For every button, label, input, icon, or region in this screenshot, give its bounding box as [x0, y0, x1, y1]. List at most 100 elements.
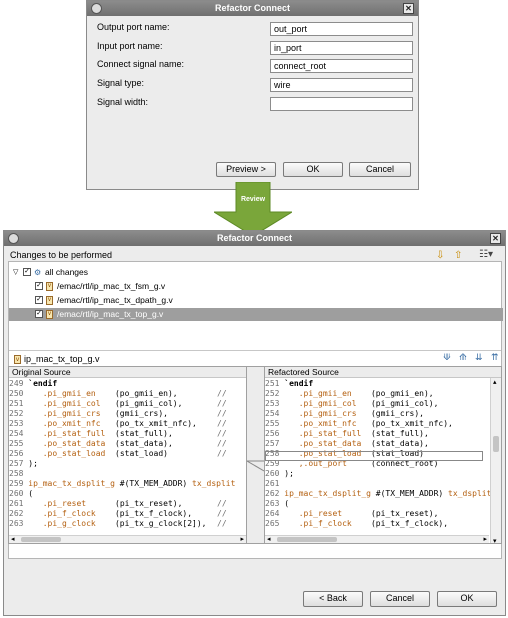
- code-line: 261 .pi_reset (pi_tx_reset), //: [9, 499, 227, 509]
- code-line: 252 .pi_gmii_en (po_gmii_en),: [265, 389, 434, 399]
- line-number: 257: [9, 459, 24, 468]
- filter-menu-icon[interactable]: ☷▾: [479, 249, 493, 260]
- item-checkbox[interactable]: ✓: [35, 296, 43, 304]
- refactored-source-pane[interactable]: Refactored Source 251 `endif 252 .pi_gmii…: [264, 366, 502, 544]
- line-comment: //: [217, 399, 227, 408]
- tree-item-selected[interactable]: ✓ v /emac/rtl/ip_mac_tx_top_g.v: [9, 308, 503, 321]
- tree-root-label: all changes: [45, 267, 89, 277]
- line-number: 251: [265, 379, 280, 388]
- vertical-scrollbar[interactable]: ▴ ▾: [490, 378, 501, 543]
- line-number: 258: [9, 469, 24, 478]
- original-source-pane[interactable]: Original Source 249 `endif 250 .pi_gmii_e…: [8, 366, 247, 544]
- next-change-compare-icon[interactable]: ⇊: [475, 353, 483, 363]
- code-text: );: [284, 469, 294, 478]
- code-line: 259 ip_mac_tx_dsplit_g #(TX_MEM_ADDR) tx…: [9, 479, 235, 489]
- scroll-down-icon[interactable]: ▾: [493, 537, 497, 543]
- line-comment: //: [217, 419, 227, 428]
- next-difference-icon[interactable]: ⟱: [443, 353, 451, 363]
- back-button[interactable]: < Back: [303, 591, 363, 607]
- line-comment: //: [217, 439, 227, 448]
- input-port-label: Input port name:: [97, 41, 163, 51]
- line-comment: //: [217, 429, 227, 438]
- ok-button[interactable]: OK: [283, 162, 343, 177]
- code-line: 264 .pi_reset (pi_tx_reset),: [265, 509, 438, 519]
- output-port-input[interactable]: out_port: [270, 22, 413, 36]
- code-text: (: [28, 489, 34, 498]
- code-line: 255 .po_stat_data (stat_data), //: [9, 439, 227, 449]
- root-checkbox[interactable]: ✓: [23, 268, 31, 276]
- line-number: 256: [9, 449, 24, 458]
- port-argument: (pi_tx_reset),: [115, 499, 183, 508]
- port-argument: (pi_tx_reset),: [371, 509, 439, 518]
- port-name: .pi_reset: [42, 499, 87, 508]
- next-change-icon[interactable]: ⇩: [436, 250, 444, 261]
- port-name: .pi_f_clock: [42, 509, 96, 518]
- close-icon[interactable]: ✕: [490, 233, 501, 244]
- port-argument: (po_tx_xmit_nfc),: [114, 419, 197, 428]
- tree-item-label: /emac/rtl/ip_mac_tx_fsm_g.v: [57, 281, 166, 291]
- module-name: ip_mac_tx_dsplit_g: [28, 479, 115, 488]
- code-line: 262 ip_mac_tx_dsplit_g #(TX_MEM_ADDR) tx…: [265, 489, 491, 499]
- connect-signal-input[interactable]: connect_root: [270, 59, 413, 73]
- review-arrow: [214, 182, 292, 236]
- port-name: .po_stat_data: [42, 439, 106, 448]
- item-checkbox[interactable]: ✓: [35, 282, 43, 290]
- scroll-left-icon[interactable]: ◂: [11, 535, 15, 543]
- tree-item[interactable]: ✓ v /emac/rtl/ip_mac_tx_dpath_g.v: [9, 294, 503, 307]
- output-port-label: Output port name:: [97, 22, 170, 32]
- code-text: );: [28, 459, 38, 468]
- connection-lines: [246, 460, 265, 472]
- code-text: `endif: [284, 379, 314, 388]
- cancel-button[interactable]: Cancel: [370, 591, 430, 607]
- signal-width-input[interactable]: [270, 97, 413, 111]
- port-argument: (pi_gmii_col),: [114, 399, 183, 408]
- tree-root-row[interactable]: ▽ ✓ ⚙ all changes: [9, 266, 503, 279]
- window-menu-icon[interactable]: [8, 233, 19, 244]
- code-line: 263 (: [265, 499, 289, 509]
- port-argument: (pi_tx_f_clock),: [114, 509, 193, 518]
- scroll-thumb[interactable]: [277, 537, 337, 542]
- line-number: 256: [265, 429, 280, 438]
- instance-name: tx_dsplit: [192, 479, 236, 488]
- scroll-left-icon[interactable]: ◂: [267, 535, 271, 543]
- code-line: 265 .pi_f_clock (pi_tx_f_clock),: [265, 519, 448, 529]
- original-horizontal-scrollbar[interactable]: ◂ ▸: [9, 535, 246, 543]
- line-number: 253: [265, 399, 280, 408]
- expand-toggle-icon[interactable]: ▽: [13, 266, 18, 279]
- refactored-horizontal-scrollbar[interactable]: ◂ ▸: [265, 535, 489, 543]
- preview-button[interactable]: Preview >: [216, 162, 276, 177]
- port-argument: (po_gmii_en),: [114, 389, 178, 398]
- scroll-up-icon[interactable]: ▴: [493, 378, 497, 386]
- signal-type-label: Signal type:: [97, 78, 145, 88]
- line-comment: //: [217, 449, 227, 458]
- previous-change-compare-icon[interactable]: ⇈: [491, 353, 499, 363]
- scroll-right-icon[interactable]: ▸: [240, 535, 244, 543]
- signal-type-input[interactable]: wire: [270, 78, 413, 92]
- ok-button[interactable]: OK: [437, 591, 497, 607]
- code-line: 260 );: [265, 469, 294, 479]
- close-icon[interactable]: ✕: [403, 3, 414, 14]
- scroll-thumb[interactable]: [493, 436, 499, 452]
- previous-change-icon[interactable]: ⇧: [454, 250, 462, 261]
- line-number: 261: [265, 479, 280, 488]
- port-name: .pi_gmii_en: [298, 389, 352, 398]
- code-line: 260 (: [9, 489, 33, 499]
- tree-item-label: /emac/rtl/ip_mac_tx_dpath_g.v: [57, 295, 173, 305]
- scroll-right-icon[interactable]: ▸: [483, 535, 487, 543]
- scroll-thumb[interactable]: [21, 537, 61, 542]
- port-name: .pi_stat_full: [42, 429, 106, 438]
- previous-difference-icon[interactable]: ⟰: [459, 353, 467, 363]
- window-menu-icon[interactable]: [91, 3, 102, 14]
- line-number: 255: [9, 439, 24, 448]
- cancel-button[interactable]: Cancel: [349, 162, 411, 177]
- port-argument: (pi_tx_g_clock[2]),: [114, 519, 207, 528]
- item-checkbox[interactable]: ✓: [35, 310, 43, 318]
- separator: [9, 350, 501, 351]
- port-argument: (pi_tx_f_clock),: [370, 519, 449, 528]
- port-name: .pi_gmii_crs: [298, 409, 357, 418]
- tree-item[interactable]: ✓ v /emac/rtl/ip_mac_tx_fsm_g.v: [9, 280, 503, 293]
- input-port-input[interactable]: in_port: [270, 41, 413, 55]
- dialog-title: Refactor Connect: [216, 233, 292, 243]
- port-argument: (stat_data),: [115, 439, 173, 448]
- line-number: 264: [265, 509, 280, 518]
